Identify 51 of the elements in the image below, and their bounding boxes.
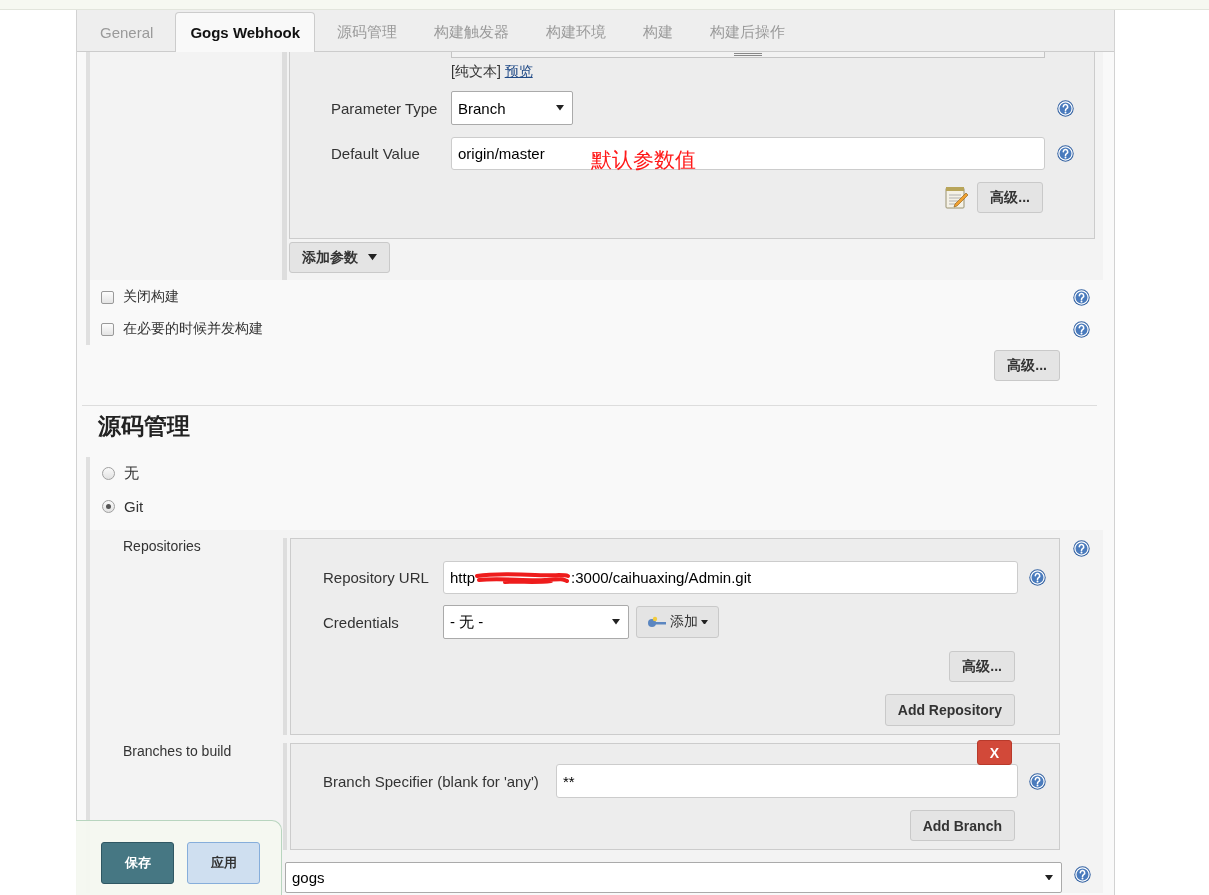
radio-button[interactable] <box>102 467 115 480</box>
resize-grip-icon[interactable] <box>734 53 762 56</box>
preview-link[interactable]: 预览 <box>504 63 533 79</box>
radio-label: 无 <box>124 464 139 483</box>
caret-icon <box>1045 874 1053 881</box>
advanced-button[interactable]: 高级... <box>949 651 1015 682</box>
repositories-label: Repositories <box>123 538 201 554</box>
annotation-text: 默认参数值 <box>591 148 696 172</box>
checkbox[interactable] <box>101 322 114 336</box>
caret-icon <box>556 105 564 111</box>
help-icon[interactable] <box>1073 288 1090 306</box>
option-label: 关闭构建 <box>123 288 180 306</box>
save-button[interactable]: 保存 <box>101 842 174 884</box>
default-value-label: Default Value <box>331 145 421 162</box>
caret-icon <box>612 619 620 625</box>
help-icon[interactable] <box>1074 866 1091 883</box>
branch-specifier-field[interactable]: ** <box>556 764 1018 798</box>
tab[interactable]: Gogs Webhook <box>175 12 316 52</box>
radio-button[interactable] <box>102 500 115 513</box>
add-parameter-button[interactable]: 添加参数 <box>289 242 390 273</box>
help-icon[interactable] <box>1057 145 1074 162</box>
repository-url-label: Repository URL <box>323 569 430 586</box>
help-icon[interactable] <box>1029 772 1046 790</box>
radio-label: Git <box>124 498 144 515</box>
add-repository-button[interactable]: Add Repository <box>884 694 1015 726</box>
add-credentials-button[interactable]: 添加 <box>636 606 719 638</box>
repository-url-field[interactable]: http :3000/caihuaxing/Admin.git <box>443 561 1018 594</box>
checkbox[interactable] <box>101 290 114 304</box>
credentials-label: Credentials <box>323 613 400 631</box>
format-label: [纯文本] <box>451 63 501 79</box>
help-icon[interactable] <box>1057 99 1074 117</box>
help-icon[interactable] <box>1073 540 1090 557</box>
help-icon[interactable] <box>1073 320 1090 338</box>
parameter-type-label: Parameter Type <box>331 99 439 117</box>
notepad-pencil-icon[interactable] <box>945 185 970 210</box>
parameter-type-select[interactable]: Branch <box>451 91 573 125</box>
delete-button[interactable]: X <box>977 740 1012 765</box>
help-icon[interactable] <box>1029 569 1046 586</box>
credentials-select[interactable]: - 无 - <box>443 605 629 639</box>
caret-icon <box>368 254 377 261</box>
advanced-button[interactable]: 高级... <box>977 182 1043 213</box>
apply-button[interactable]: 应用 <box>187 842 260 884</box>
option-label: 在必要的时候并发构建 <box>123 320 264 338</box>
browser-select[interactable]: gogs <box>285 862 1062 893</box>
advanced-button[interactable]: 高级... <box>994 350 1060 381</box>
section-heading: 源码管理 <box>98 412 191 440</box>
branch-specifier-label: Branch Specifier (blank for 'any') <box>323 772 540 790</box>
caret-icon <box>701 619 708 625</box>
branches-label: Branches to build <box>123 743 232 759</box>
key-icon <box>647 616 667 628</box>
add-branch-button[interactable]: Add Branch <box>909 810 1015 841</box>
